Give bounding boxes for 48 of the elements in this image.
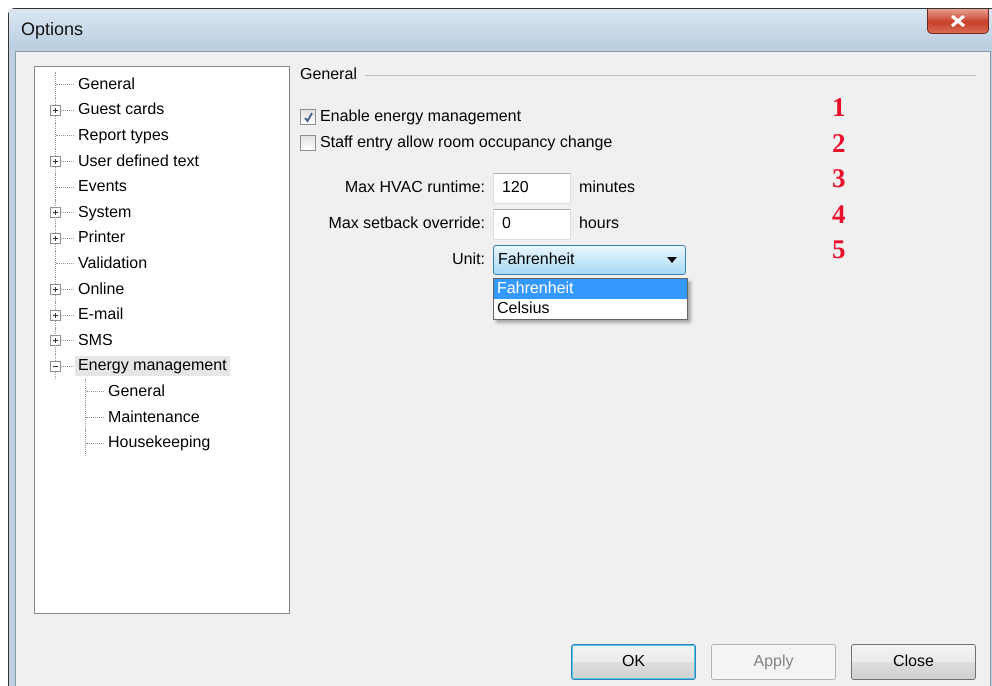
checkbox[interactable] bbox=[300, 135, 316, 151]
expand-icon[interactable] bbox=[50, 104, 61, 116]
tree-item[interactable]: Maintenance bbox=[105, 408, 203, 428]
close-button[interactable] bbox=[927, 9, 989, 34]
tree-item[interactable]: System bbox=[75, 202, 134, 223]
caret-icon bbox=[667, 257, 677, 263]
checkbox-label: Staff entry allow room occupancy change bbox=[320, 134, 612, 152]
field-label: Max HVAC runtime: bbox=[344, 179, 485, 197]
tree-item[interactable]: SMS bbox=[75, 330, 116, 351]
dialog-button[interactable]: OK bbox=[571, 644, 696, 680]
unit-dropdown[interactable]: Fahrenheit bbox=[493, 245, 686, 275]
tree-item[interactable]: Online bbox=[75, 280, 128, 300]
tree-item[interactable]: General bbox=[105, 382, 168, 402]
checkbox[interactable] bbox=[300, 109, 316, 125]
section-title: General bbox=[300, 66, 357, 84]
close-icon bbox=[950, 15, 966, 27]
expand-icon[interactable] bbox=[50, 335, 61, 346]
expand-icon[interactable] bbox=[50, 207, 61, 218]
tree-item[interactable]: General bbox=[75, 74, 138, 95]
checkbox-label: Enable energy management bbox=[320, 108, 522, 126]
collapse-icon[interactable] bbox=[50, 360, 61, 372]
annotation-number: 5 bbox=[832, 236, 846, 262]
tree-item[interactable]: Housekeeping bbox=[105, 433, 214, 454]
field-label: Max setback override: bbox=[327, 215, 485, 233]
annotation-number: 4 bbox=[832, 200, 846, 227]
input-field[interactable]: 0 bbox=[493, 208, 571, 240]
tree-item[interactable]: E-mail bbox=[75, 305, 126, 326]
dropdown-option[interactable]: Celsius bbox=[494, 299, 687, 319]
tree-item[interactable]: Validation bbox=[75, 254, 150, 274]
unit-label: hours bbox=[579, 215, 620, 233]
unit-label: minutes bbox=[579, 179, 636, 197]
annotation-number: 1 bbox=[832, 94, 846, 120]
dialog-button[interactable]: Close bbox=[851, 644, 976, 680]
annotation-number: 2 bbox=[832, 130, 846, 156]
tree-item[interactable]: Guest cards bbox=[75, 100, 168, 120]
input-field[interactable]: 120 bbox=[493, 172, 571, 204]
tree-item[interactable]: Printer bbox=[75, 228, 128, 248]
window-title: Options bbox=[21, 18, 84, 40]
tree-item[interactable]: Report types bbox=[75, 126, 172, 146]
tree-item[interactable]: User defined text bbox=[75, 152, 202, 172]
expand-icon[interactable] bbox=[50, 156, 61, 168]
field-label: Unit: bbox=[451, 251, 485, 269]
tree-item[interactable]: Energy management bbox=[75, 356, 230, 376]
expand-icon[interactable] bbox=[50, 232, 61, 244]
expand-icon[interactable] bbox=[50, 310, 61, 321]
annotation-number: 3 bbox=[832, 165, 846, 192]
tree-item[interactable]: Events bbox=[75, 177, 130, 198]
expand-icon[interactable] bbox=[50, 284, 61, 296]
